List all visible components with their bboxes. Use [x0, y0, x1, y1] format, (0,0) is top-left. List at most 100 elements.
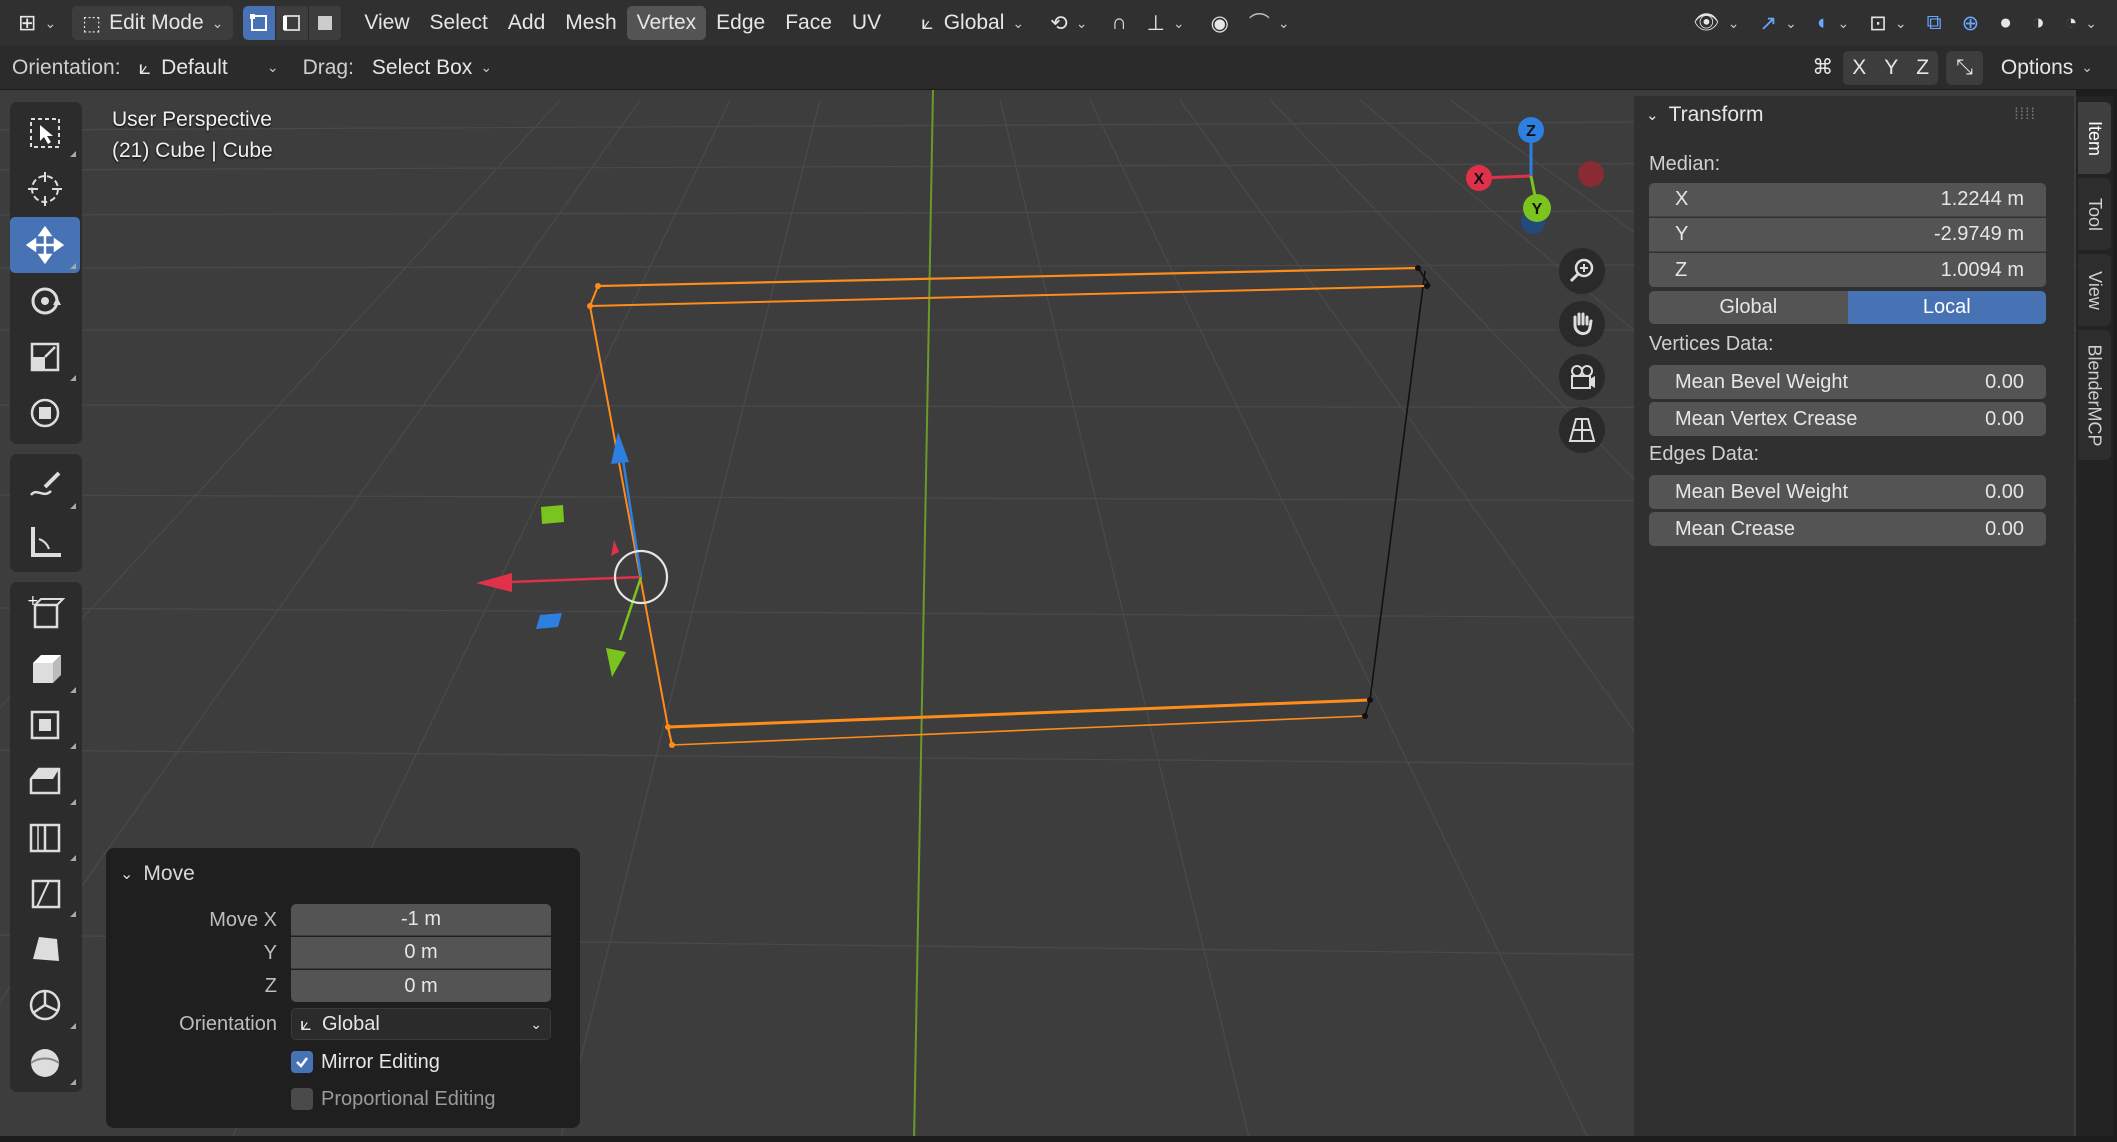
add-cube-icon: +	[27, 593, 65, 629]
svg-text:X: X	[1474, 171, 1485, 188]
menu-vertex[interactable]: Vertex	[626, 6, 707, 40]
pivot-point-dropdown[interactable]: ⟲ ⌄	[1040, 6, 1097, 40]
transform-orientation-dropdown[interactable]: ⟀ Global ⌄	[911, 6, 1034, 40]
topology-mirror-toggle[interactable]: ⤡	[1946, 50, 1983, 85]
annotate-tools-group	[10, 454, 82, 572]
poly-build-tool[interactable]	[10, 921, 80, 977]
move-y-field[interactable]: 0 m	[291, 937, 551, 969]
menu-select[interactable]: Select	[420, 6, 498, 40]
editor-type-button[interactable]: ⊞ ⌄	[8, 6, 66, 40]
global-space-button[interactable]: Global	[1649, 291, 1848, 324]
wireframe-sphere-icon: ⊕	[1961, 11, 1980, 35]
mirror-row: Mirror Editing	[106, 1046, 580, 1078]
neg-x-axis-ball[interactable]	[1578, 161, 1604, 187]
operator-panel-header[interactable]: ⌄ Move	[120, 856, 566, 892]
overlay-toggle[interactable]: ◐ ⌄	[1807, 6, 1859, 40]
header-right: 👁 ⌄ ↗ ⌄ ◐ ⌄ ⊡ ⌄ ⧉ ⊕ ● ◑ ◔ ⌄	[1683, 6, 2117, 40]
face-select-icon[interactable]	[309, 6, 343, 40]
knife-tool[interactable]	[10, 865, 80, 921]
local-space-button[interactable]: Local	[1847, 291, 2046, 324]
add-cube-tool[interactable]: +	[10, 585, 80, 641]
menu-uv[interactable]: UV	[842, 6, 891, 40]
rotate-tool[interactable]	[10, 273, 80, 329]
bevel-tool[interactable]	[10, 753, 80, 809]
mirror-x-toggle[interactable]: X	[1843, 50, 1876, 85]
move-arrows-icon	[25, 225, 65, 265]
inset-tool[interactable]	[10, 697, 80, 753]
mirror-z-toggle[interactable]: Z	[1907, 50, 1939, 85]
menu-face[interactable]: Face	[775, 6, 842, 40]
orientation-select[interactable]: ⟀ Global ⌄	[291, 1008, 551, 1040]
select-box-tool[interactable]	[10, 105, 80, 161]
loop-cut-icon	[29, 823, 61, 853]
smooth-tool[interactable]	[10, 1033, 80, 1089]
vertex-mean-bevel-field[interactable]: Mean Bevel Weight 0.00	[1649, 365, 2046, 399]
spin-tool[interactable]	[10, 977, 80, 1033]
axis-navigation-gizmo[interactable]: Z X Y	[1455, 110, 1605, 240]
tool-settings-header: Orientation: ⟀ Default ⌄ Drag: Select Box…	[0, 46, 2117, 90]
menu-add[interactable]: Add	[498, 6, 555, 40]
extrude-tool[interactable]	[10, 641, 80, 697]
shading-solid[interactable]: ●	[1989, 6, 2022, 40]
proportional-edit-toggle[interactable]: ◉	[1201, 6, 1239, 40]
loop-cut-tool[interactable]	[10, 809, 80, 865]
drag-handle-icon[interactable]: ⁞⁞⁞⁞	[2014, 106, 2036, 124]
median-x-field[interactable]: X 1.2244 m	[1649, 183, 2046, 217]
xray-toggle[interactable]: ⧉	[1917, 6, 1952, 40]
move-x-field[interactable]: -1 m	[291, 904, 551, 936]
vertex-mean-crease-field[interactable]: Mean Vertex Crease 0.00	[1649, 402, 2046, 436]
falloff-dropdown[interactable]: ⌒ ⌄	[1239, 6, 1300, 40]
zoom-magnifier-icon	[1569, 258, 1594, 283]
orientation-default-dropdown[interactable]: ⟀ Default ⌄	[129, 51, 289, 85]
scale-tool[interactable]	[10, 329, 80, 385]
measure-tool[interactable]	[10, 513, 80, 569]
mode-dropdown[interactable]: ⬚ Edit Mode ⌄	[72, 6, 234, 40]
menu-view[interactable]: View	[354, 6, 419, 40]
camera-view-button[interactable]	[1559, 354, 1605, 400]
annotate-tool[interactable]	[10, 457, 80, 513]
transform-tool[interactable]	[10, 385, 80, 441]
gizmo-toggle[interactable]: ↗ ⌄	[1749, 6, 1806, 40]
proportional-editing-checkbox[interactable]: Proportional Editing	[291, 1088, 496, 1111]
drag-select-dropdown[interactable]: Select Box ⌄	[362, 51, 502, 85]
orientation-default-icon: ⟀	[138, 55, 152, 79]
snap-target-dropdown[interactable]: ⊥ ⌄	[1137, 6, 1195, 40]
edge-mean-bevel-field[interactable]: Mean Bevel Weight 0.00	[1649, 475, 2046, 509]
cursor-tool[interactable]	[10, 161, 80, 217]
tab-view[interactable]: View	[2078, 254, 2111, 326]
menu-edge[interactable]: Edge	[706, 6, 775, 40]
mirror-axes-group: ⌘ X Y Z ⤡ Options ⌄	[1802, 50, 2117, 85]
chevron-down-icon: ⌄	[530, 1015, 542, 1032]
visibility-dropdown[interactable]: 👁 ⌄	[1683, 6, 1749, 40]
mirror-editing-checkbox[interactable]: Mirror Editing	[291, 1051, 440, 1074]
tab-item[interactable]: Item	[2078, 102, 2111, 174]
move-tool[interactable]	[10, 217, 80, 273]
edge-mean-crease-field[interactable]: Mean Crease 0.00	[1649, 512, 2046, 546]
pan-button[interactable]	[1559, 301, 1605, 347]
move-z-field[interactable]: 0 m	[291, 970, 551, 1002]
shading-rendered[interactable]: ◔ ⌄	[2055, 6, 2107, 40]
median-z-field[interactable]: Z 1.0094 m	[1649, 253, 2046, 287]
tab-blendermcp[interactable]: BlenderMCP	[2078, 330, 2111, 460]
median-y-field[interactable]: Y -2.9749 m	[1649, 218, 2046, 252]
material-sphere-icon: ◑	[2031, 11, 2045, 34]
move-gizmo[interactable]	[476, 432, 669, 677]
shading-wireframe[interactable]: ⊕	[1952, 6, 1990, 40]
snap-toggle[interactable]: ∩	[1101, 6, 1136, 40]
zoom-button[interactable]	[1559, 248, 1605, 294]
perspective-toggle-button[interactable]	[1559, 407, 1605, 453]
mesh-overlay-toggle[interactable]: ⊡ ⌄	[1859, 6, 1916, 40]
menu-mesh[interactable]: Mesh	[555, 6, 626, 40]
mirror-icon-button[interactable]: ⌘	[1802, 51, 1843, 85]
shading-material[interactable]: ◑	[2022, 6, 2055, 40]
vertex-select-icon[interactable]	[243, 6, 277, 40]
proportional-row: Proportional Editing	[106, 1083, 580, 1115]
hand-icon	[1573, 312, 1593, 335]
tab-tool[interactable]: Tool	[2078, 178, 2111, 250]
edge-select-icon[interactable]	[276, 6, 310, 40]
transform-icon	[30, 398, 60, 428]
options-dropdown[interactable]: Options ⌄	[1991, 51, 2103, 85]
transform-section-header[interactable]: ⌄ Transform ⁞⁞⁞⁞	[1646, 100, 2036, 130]
mirror-y-toggle[interactable]: Y	[1875, 50, 1908, 85]
space-toggle: Global Local	[1649, 291, 2046, 324]
